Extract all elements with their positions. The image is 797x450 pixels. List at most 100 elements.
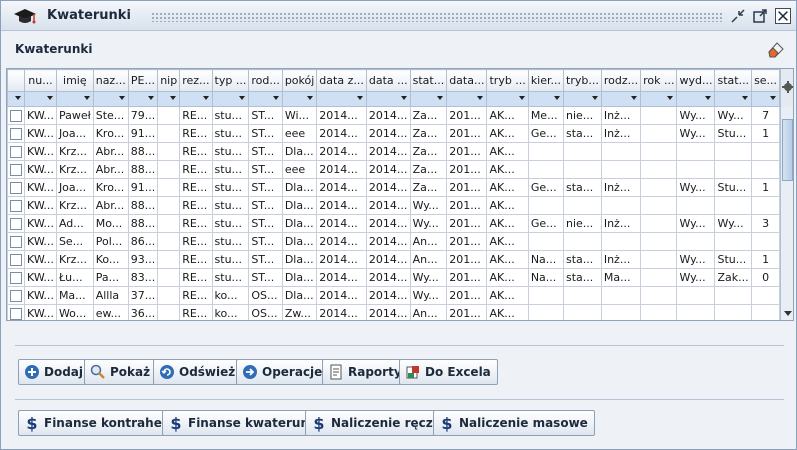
table-cell[interactable]: Ge... (527, 214, 565, 233)
table-cell[interactable]: Kro... (92, 124, 129, 143)
table-cell[interactable]: Wy... (676, 214, 716, 233)
column-header[interactable]: imię (55, 69, 94, 92)
table-cell[interactable]: 86... (127, 232, 159, 251)
table-cell[interactable]: Allla (92, 286, 129, 305)
table-cell[interactable]: AK... (486, 268, 529, 287)
table-cell[interactable]: KW... (24, 214, 57, 233)
table-cell[interactable]: Inż... (600, 178, 642, 197)
table-cell[interactable]: Ma... (55, 286, 94, 305)
table-cell[interactable] (640, 196, 678, 215)
table-cell[interactable] (600, 232, 642, 251)
odswiez-button[interactable]: Odśwież (153, 359, 243, 385)
table-cell[interactable] (157, 106, 181, 125)
table-cell[interactable]: ST... (248, 250, 283, 269)
scroll-down-icon[interactable] (784, 311, 792, 316)
filter-cell[interactable] (409, 91, 448, 107)
table-row[interactable]: KW... Ma... Allla 37... RE... ko... OS... Dla..… (7, 286, 793, 305)
table-cell[interactable]: 2014... (316, 304, 367, 320)
table-cell[interactable]: nie... (563, 214, 602, 233)
table-cell[interactable]: 2014... (316, 286, 367, 305)
table-cell[interactable]: KW... (24, 106, 57, 125)
table-cell[interactable] (157, 124, 181, 143)
table-cell[interactable]: stu... (211, 196, 250, 215)
table-cell[interactable] (640, 160, 678, 179)
table-cell[interactable]: RE... (179, 268, 213, 287)
table-cell[interactable]: Wy... (409, 196, 448, 215)
table-cell[interactable]: 2014... (316, 214, 367, 233)
table-row[interactable]: KW... Joa... Kro... 91... RE... stu... ST... ee… (7, 124, 793, 143)
table-cell[interactable]: An... (409, 304, 448, 320)
table-cell[interactable]: 1 (751, 250, 781, 269)
table-cell[interactable]: Za... (409, 124, 448, 143)
table-cell[interactable]: KW... (24, 304, 57, 320)
table-cell[interactable] (527, 304, 565, 320)
table-cell[interactable]: sta... (563, 268, 602, 287)
table-cell[interactable] (157, 232, 181, 251)
table-cell[interactable] (563, 196, 602, 215)
table-cell[interactable] (751, 142, 781, 161)
table-cell[interactable]: Wy... (676, 268, 716, 287)
table-cell[interactable] (676, 160, 716, 179)
table-cell[interactable]: 91... (127, 124, 159, 143)
table-cell[interactable]: Stu... (714, 250, 753, 269)
table-cell[interactable]: Zak... (714, 268, 753, 287)
table-cell[interactable]: AK... (486, 142, 529, 161)
filter-cell[interactable] (7, 91, 25, 107)
table-cell[interactable] (640, 106, 678, 125)
table-cell[interactable] (676, 304, 716, 320)
table-cell[interactable]: KW... (24, 178, 57, 197)
table-cell[interactable]: KW... (24, 286, 57, 305)
filter-cell[interactable] (446, 91, 488, 107)
raporty-button[interactable]: Raporty (322, 359, 409, 385)
table-cell[interactable]: 201... (446, 178, 488, 197)
table-cell[interactable]: ew... (92, 304, 129, 320)
table-cell[interactable] (527, 196, 565, 215)
naliczenie-masowe-button[interactable]: $ Naliczenie masowe (433, 410, 595, 436)
table-cell[interactable]: Ge... (527, 178, 565, 197)
filter-cell[interactable] (179, 91, 213, 107)
table-cell[interactable]: ko... (211, 286, 250, 305)
table-cell[interactable] (676, 196, 716, 215)
table-cell[interactable]: Dla... (281, 196, 318, 215)
table-cell[interactable]: RE... (179, 142, 213, 161)
column-header[interactable]: stat... (714, 69, 753, 92)
table-cell[interactable]: AK... (486, 250, 529, 269)
table-cell[interactable]: 201... (446, 268, 488, 287)
table-cell[interactable]: 201... (446, 214, 488, 233)
column-header[interactable]: se... (751, 69, 781, 92)
column-header[interactable]: data... (446, 69, 488, 92)
table-cell[interactable]: nie... (563, 106, 602, 125)
table-cell[interactable]: Krz... (55, 250, 94, 269)
column-header[interactable]: nu... (24, 69, 57, 92)
table-cell[interactable]: KW... (24, 160, 57, 179)
table-cell[interactable]: KW... (24, 232, 57, 251)
table-cell[interactable]: 2014... (365, 268, 411, 287)
table-cell[interactable]: Joa... (55, 124, 94, 143)
column-header[interactable]: rodz... (600, 69, 642, 92)
table-cell[interactable]: An... (409, 232, 448, 251)
table-cell[interactable]: sta... (563, 250, 602, 269)
table-cell[interactable]: Dla... (281, 178, 318, 197)
filter-cell[interactable] (127, 91, 159, 107)
table-cell[interactable]: Krz... (55, 142, 94, 161)
table-cell[interactable]: 7 (751, 106, 781, 125)
column-header[interactable]: rez... (179, 69, 213, 92)
table-cell[interactable]: 93... (127, 250, 159, 269)
filter-cell[interactable] (316, 91, 367, 107)
table-cell[interactable]: 1 (751, 178, 781, 197)
table-cell[interactable]: AK... (486, 214, 529, 233)
table-cell[interactable]: Inż... (600, 250, 642, 269)
filter-cell[interactable] (211, 91, 250, 107)
table-cell[interactable]: 0 (751, 268, 781, 287)
table-cell[interactable]: Mo... (92, 214, 129, 233)
column-header[interactable]: rod... (248, 69, 283, 92)
table-cell[interactable]: Ad... (55, 214, 94, 233)
table-cell[interactable]: 2014... (365, 160, 411, 179)
table-cell[interactable]: 2014... (316, 142, 367, 161)
table-cell[interactable]: 201... (446, 124, 488, 143)
table-row[interactable]: KW... Krz... Abr... 88... RE... stu... ST... ee… (7, 160, 793, 179)
table-cell[interactable]: Abr... (92, 196, 129, 215)
table-cell[interactable]: KW... (24, 268, 57, 287)
table-cell[interactable]: Wy... (676, 178, 716, 197)
dodaj-button[interactable]: Dodaj (18, 359, 91, 385)
